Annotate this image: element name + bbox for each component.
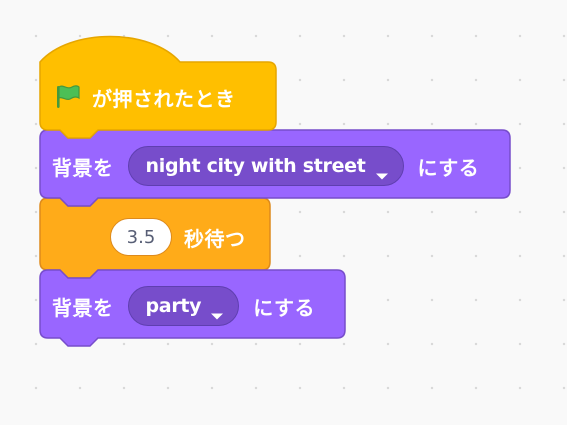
backdrop-dropdown-value: party <box>145 295 202 317</box>
switch-backdrop-suffix: にする <box>417 155 480 180</box>
switch-backdrop-block-2[interactable]: 背景を party にする <box>52 284 315 328</box>
script-stack-shapes <box>39 35 511 347</box>
wait-seconds-input[interactable]: 3.5 <box>110 218 172 256</box>
backdrop-dropdown[interactable]: night city with street <box>127 146 404 186</box>
script-area[interactable]: が押されたとき 背景を night city with street にする 3… <box>0 0 567 425</box>
switch-backdrop-prefix: 背景を <box>52 295 114 320</box>
backdrop-dropdown-value: night city with street <box>145 155 366 177</box>
wait-block[interactable]: 3.5 秒待つ <box>110 216 246 258</box>
when-flag-clicked-block[interactable]: が押されたとき <box>54 77 236 117</box>
caret-down-icon <box>375 162 389 179</box>
backdrop-dropdown[interactable]: party <box>127 286 240 326</box>
switch-backdrop-block-1[interactable]: 背景を night city with street にする <box>52 144 479 188</box>
caret-down-icon <box>210 302 224 319</box>
switch-backdrop-prefix: 背景を <box>52 155 114 180</box>
switch-backdrop-suffix: にする <box>253 295 315 320</box>
hat-block-label: が押されたとき <box>92 86 236 111</box>
wait-block-label: 秒待つ <box>184 226 246 251</box>
green-flag-icon <box>54 84 82 110</box>
